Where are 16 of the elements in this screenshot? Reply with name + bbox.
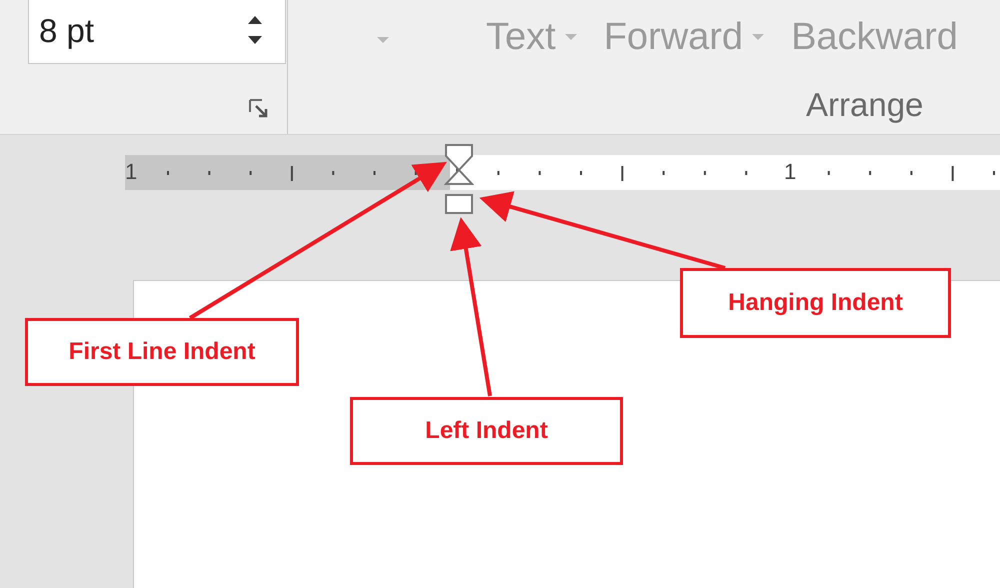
caret-icon	[564, 33, 578, 41]
callout-label: Hanging Indent	[680, 268, 951, 338]
font-size-field[interactable]: 8 pt	[28, 0, 286, 64]
ruler-number: 1	[784, 161, 796, 183]
dialog-launcher-icon[interactable]	[248, 98, 270, 120]
arrange-button[interactable]: Text	[486, 18, 578, 56]
arrange-button[interactable]: Forward	[604, 18, 766, 56]
caret-icon	[376, 36, 390, 44]
ruler-number: 1	[125, 161, 138, 183]
callout-label: Left Indent	[350, 397, 623, 465]
field-value: 8 pt	[39, 14, 96, 46]
caret-icon	[751, 33, 766, 41]
arrange-button[interactable]: Backward	[791, 18, 958, 56]
indent-markers-drawing[interactable]	[444, 143, 474, 215]
group-label: Arrange	[806, 88, 924, 121]
callout-label: First Line Indent	[25, 318, 299, 386]
